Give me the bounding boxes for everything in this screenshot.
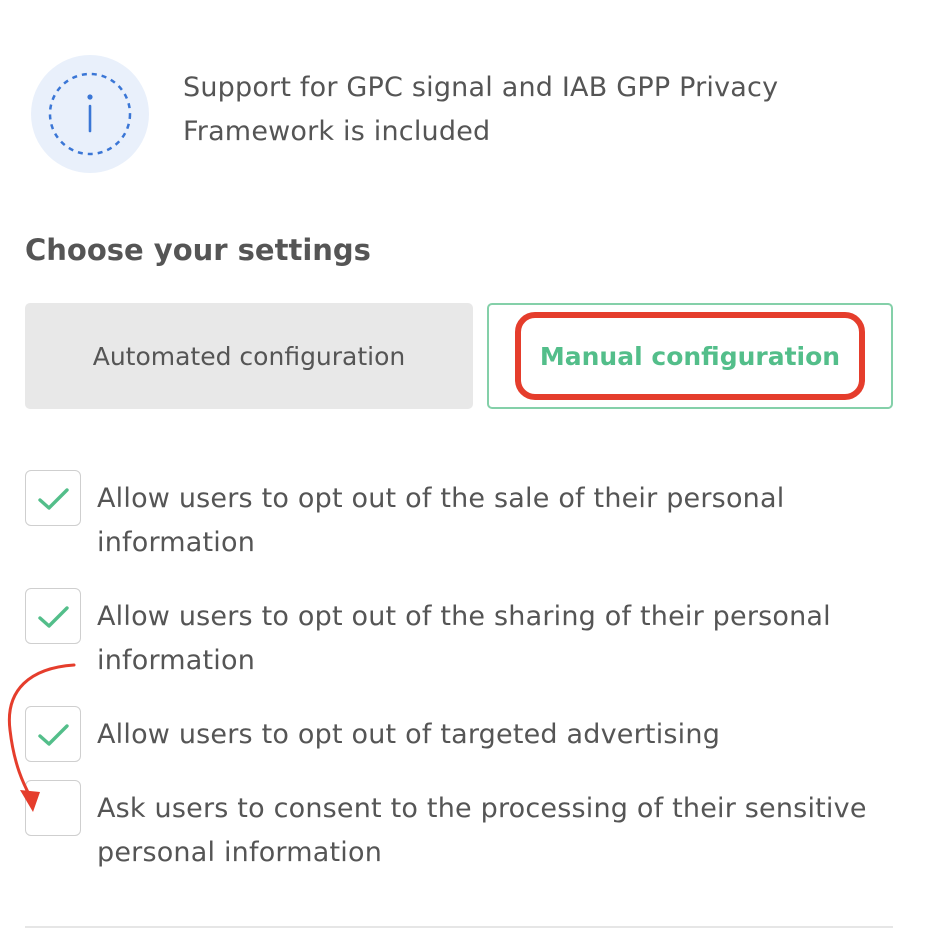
sensitive-info-consent-checkbox[interactable]: [25, 780, 81, 836]
settings-title: Choose your settings: [25, 233, 371, 267]
opt-out-sharing-checkbox[interactable]: [25, 588, 81, 644]
manual-configuration-button[interactable]: Manual configuration: [487, 303, 893, 409]
bottom-divider: [25, 926, 893, 928]
info-icon: [31, 55, 149, 173]
opt-out-targeted-advertising-label: Allow users to opt out of targeted adver…: [97, 719, 721, 750]
opt-out-sharing-label: Allow users to opt out of the sharing of…: [97, 601, 831, 676]
checkmark-icon: [38, 724, 69, 746]
opt-out-sale-label: Allow users to opt out of the sale of th…: [97, 483, 785, 558]
sensitive-info-consent-label: Ask users to consent to the processing o…: [97, 793, 867, 868]
gpc-info-text: Support for GPC signal and IAB GPP Priva…: [183, 72, 779, 147]
opt-out-sale-checkbox[interactable]: [25, 470, 81, 526]
automated-configuration-button[interactable]: Automated configuration: [25, 303, 473, 409]
checkmark-icon: [38, 488, 69, 510]
opt-out-targeted-advertising-checkbox[interactable]: [25, 706, 81, 762]
gpc-info-banner: Support for GPC signal and IAB GPP Priva…: [31, 55, 861, 175]
checkmark-icon: [38, 606, 69, 628]
